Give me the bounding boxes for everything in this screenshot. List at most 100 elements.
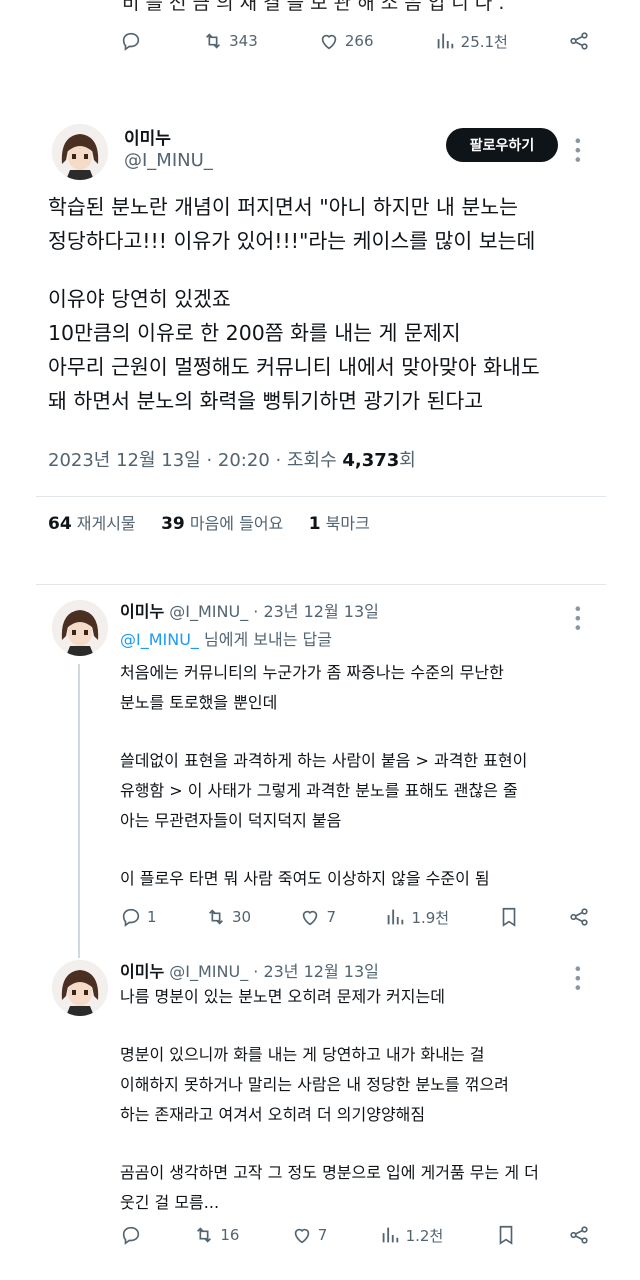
tweet-date[interactable]: 2023년 12월 13일 · 20:20 · 조회수 bbox=[48, 450, 342, 471]
reply-icon bbox=[122, 908, 140, 927]
retweet-icon bbox=[206, 33, 221, 49]
bookmark-button[interactable] bbox=[498, 906, 520, 928]
reply-button[interactable] bbox=[120, 30, 142, 52]
views-count: 25.1천 bbox=[460, 32, 508, 51]
tweet-line: 아무리 근원이 멀쩡해도 커뮤니티 내에서 맞아맞아 화내도 bbox=[48, 355, 540, 379]
bookmark-icon bbox=[502, 907, 515, 927]
more-options-icon[interactable]: ••• bbox=[568, 136, 587, 164]
retweet-icon bbox=[208, 909, 223, 925]
reply-line: 유행함 > 이 사태가 그렇게 과격한 분노를 표해도 괜찮은 줄 bbox=[120, 781, 518, 800]
avatar-image bbox=[52, 960, 108, 1016]
retweet-button[interactable]: 30 bbox=[205, 906, 251, 928]
reply-line: 분노를 토로했을 뿐인데 bbox=[120, 693, 278, 712]
tweet-line: 정당하다고!!! 이유가 있어!!!"라는 케이스를 많이 보는데 bbox=[48, 229, 536, 253]
share-button[interactable] bbox=[568, 1224, 590, 1246]
retweet-icon bbox=[197, 1227, 212, 1243]
views-count: 1.2천 bbox=[405, 1226, 444, 1245]
tweet-line: 이유야 당연히 있겠죠 bbox=[48, 287, 231, 311]
retweet-stat[interactable]: 64 재게시물 bbox=[48, 514, 136, 534]
reply-icon bbox=[122, 32, 140, 51]
avatar-image bbox=[52, 600, 108, 656]
reply-line: 쓸데없이 표현을 과격하게 하는 사람이 붙음 > 과격한 표현이 bbox=[120, 751, 528, 770]
author-name[interactable]: 이미누 bbox=[120, 602, 164, 621]
avatar[interactable] bbox=[52, 600, 108, 656]
avatar[interactable] bbox=[52, 124, 108, 180]
previous-tweet-text: 비 를 전 금 의 재 결 을 보 관 해 소 음 입 니 다 . bbox=[122, 0, 505, 14]
like-stat[interactable]: 39 마음에 들어요 bbox=[161, 514, 283, 534]
reply-count: 1 bbox=[147, 908, 157, 926]
replying-to-suffix: 님에게 보내는 답글 bbox=[198, 630, 332, 649]
views-button[interactable]: 1.9천 bbox=[384, 906, 449, 928]
like-button[interactable]: 7 bbox=[291, 1224, 328, 1246]
bookmark-icon bbox=[499, 1225, 512, 1245]
like-count: 266 bbox=[344, 32, 374, 50]
share-icon bbox=[570, 1226, 588, 1244]
views-button[interactable]: 1.2천 bbox=[379, 1224, 444, 1246]
reply-actions: 1 30 7 1.9천 bbox=[120, 902, 590, 932]
retweet-count: 343 bbox=[229, 32, 258, 50]
reply-line: 웃긴 걸 모름... bbox=[120, 1193, 220, 1212]
retweet-count: 16 bbox=[220, 1226, 240, 1244]
views-icon bbox=[437, 33, 453, 49]
share-button[interactable] bbox=[568, 30, 590, 52]
previous-tweet-actions: 343 266 25.1천 bbox=[120, 26, 590, 56]
follow-button[interactable]: 팔로우하기 bbox=[446, 128, 558, 162]
share-icon bbox=[570, 908, 588, 926]
reply-header: 이미누 @I_MINU_ · 23년 12월 13일 bbox=[120, 958, 379, 982]
reply-line: 아는 무관련자들이 덕지덕지 붙음 bbox=[120, 811, 342, 830]
tweet-line: 10만큼의 이유로 한 200쯤 화를 내는 게 문제지 bbox=[48, 321, 461, 345]
author-name[interactable]: 이미누 bbox=[124, 124, 171, 149]
tweet-meta: 2023년 12월 13일 · 20:20 · 조회수 4,373회 bbox=[48, 446, 416, 472]
bookmark-stat[interactable]: 1 북마크 bbox=[309, 514, 370, 534]
reply-line: 나름 명분이 있는 분노면 오히려 문제가 커지는데 bbox=[120, 987, 445, 1006]
reply-header: 이미누 @I_MINU_ · 23년 12월 13일 bbox=[120, 598, 379, 622]
avatar-image bbox=[52, 124, 108, 180]
reply-body: 나름 명분이 있는 분노면 오히려 문제가 커지는데 명분이 있으니까 화를 내… bbox=[120, 982, 600, 1218]
reply-button[interactable] bbox=[120, 1224, 142, 1246]
more-options-icon[interactable]: ••• bbox=[568, 604, 587, 632]
author-handle-date[interactable]: @I_MINU_ · 23년 12월 13일 bbox=[169, 602, 379, 621]
author-handle[interactable]: @I_MINU_ bbox=[124, 150, 213, 171]
heart-icon bbox=[294, 1228, 309, 1244]
tweet-line: 돼 하면서 분노의 화력을 뻥튀기하면 광기가 된다고 bbox=[48, 389, 484, 413]
reply-line: 하는 존재라고 여겨서 오히려 더 의기양양해짐 bbox=[120, 1105, 426, 1124]
thread-line bbox=[78, 664, 80, 958]
reply-line: 이 플로우 타면 뭐 사람 죽여도 이상하지 않을 수준이 됨 bbox=[120, 869, 490, 888]
retweet-button[interactable]: 343 bbox=[202, 30, 258, 52]
views-count: 1.9천 bbox=[411, 908, 450, 927]
reply-line: 곰곰이 생각하면 고작 그 정도 명분으로 입에 게거품 무는 게 더 bbox=[120, 1163, 539, 1182]
author-name[interactable]: 이미누 bbox=[120, 962, 164, 981]
reply-line: 명분이 있으니까 화를 내는 게 당연하고 내가 화내는 걸 bbox=[120, 1045, 485, 1064]
reply-body: 처음에는 커뮤니티의 누군가가 좀 짜증나는 수준의 무난한 분노를 토로했을 … bbox=[120, 658, 600, 894]
reply-line: 처음에는 커뮤니티의 누군가가 좀 짜증나는 수준의 무난한 bbox=[120, 663, 504, 682]
author-handle-date[interactable]: @I_MINU_ · 23년 12월 13일 bbox=[169, 962, 379, 981]
reply-icon bbox=[122, 1226, 140, 1245]
views-icon bbox=[382, 1227, 398, 1243]
bookmark-button[interactable] bbox=[495, 1224, 517, 1246]
tweet-view-count: 4,373 bbox=[342, 450, 400, 471]
heart-icon bbox=[321, 34, 337, 50]
avatar[interactable] bbox=[52, 960, 108, 1016]
replying-to-handle[interactable]: @I_MINU_ bbox=[120, 630, 199, 649]
views-icon bbox=[388, 909, 404, 925]
reply-actions: 16 7 1.2천 bbox=[120, 1220, 590, 1250]
divider bbox=[36, 584, 606, 585]
tweet-stats: 64 재게시물 39 마음에 들어요 1 북마크 bbox=[48, 510, 370, 534]
retweet-count: 30 bbox=[231, 908, 252, 926]
tweet-thread-page: 비 를 전 금 의 재 결 을 보 관 해 소 음 입 니 다 . 343 26… bbox=[0, 0, 640, 1280]
reply-line: 이해하지 못하거나 말리는 사람은 내 정당한 분노를 꺾으려 bbox=[120, 1075, 509, 1094]
tweet-line: 학습된 분노란 개념이 퍼지면서 "아니 하지만 내 분노는 bbox=[48, 195, 518, 219]
like-count: 7 bbox=[326, 908, 337, 926]
heart-icon bbox=[303, 910, 318, 926]
like-button[interactable]: 266 bbox=[318, 30, 374, 52]
share-icon bbox=[570, 32, 588, 50]
replying-to: @I_MINU_ 님에게 보내는 답글 bbox=[120, 626, 332, 650]
divider bbox=[36, 496, 606, 497]
reply-button[interactable]: 1 bbox=[120, 906, 157, 928]
views-button[interactable]: 25.1천 bbox=[434, 30, 508, 52]
share-button[interactable] bbox=[568, 906, 590, 928]
like-count: 7 bbox=[317, 1226, 328, 1244]
like-button[interactable]: 7 bbox=[299, 906, 336, 928]
retweet-button[interactable]: 16 bbox=[193, 1224, 239, 1246]
tweet-body: 학습된 분노란 개념이 퍼지면서 "아니 하지만 내 분노는 정당하다고!!! … bbox=[48, 190, 608, 418]
